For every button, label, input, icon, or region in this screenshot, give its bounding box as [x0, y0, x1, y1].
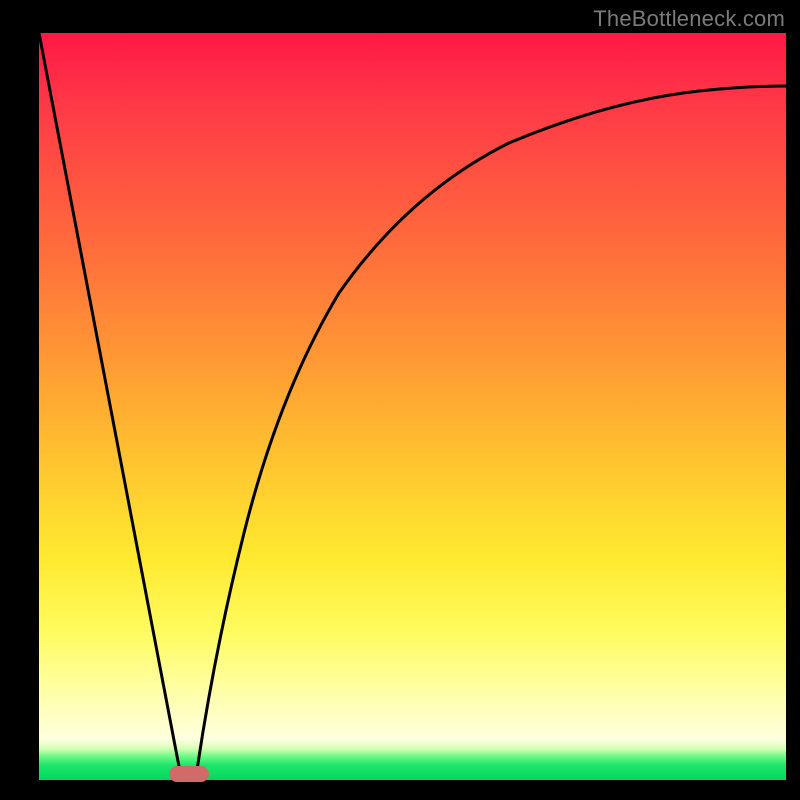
curve-right-segment: [196, 86, 786, 777]
plot-area: [39, 33, 786, 780]
curve-left-segment: [39, 33, 181, 777]
chart-frame: TheBottleneck.com: [0, 0, 800, 800]
curve-layer: [39, 33, 786, 780]
watermark-text: TheBottleneck.com: [593, 6, 785, 32]
bottleneck-marker: [169, 766, 209, 782]
